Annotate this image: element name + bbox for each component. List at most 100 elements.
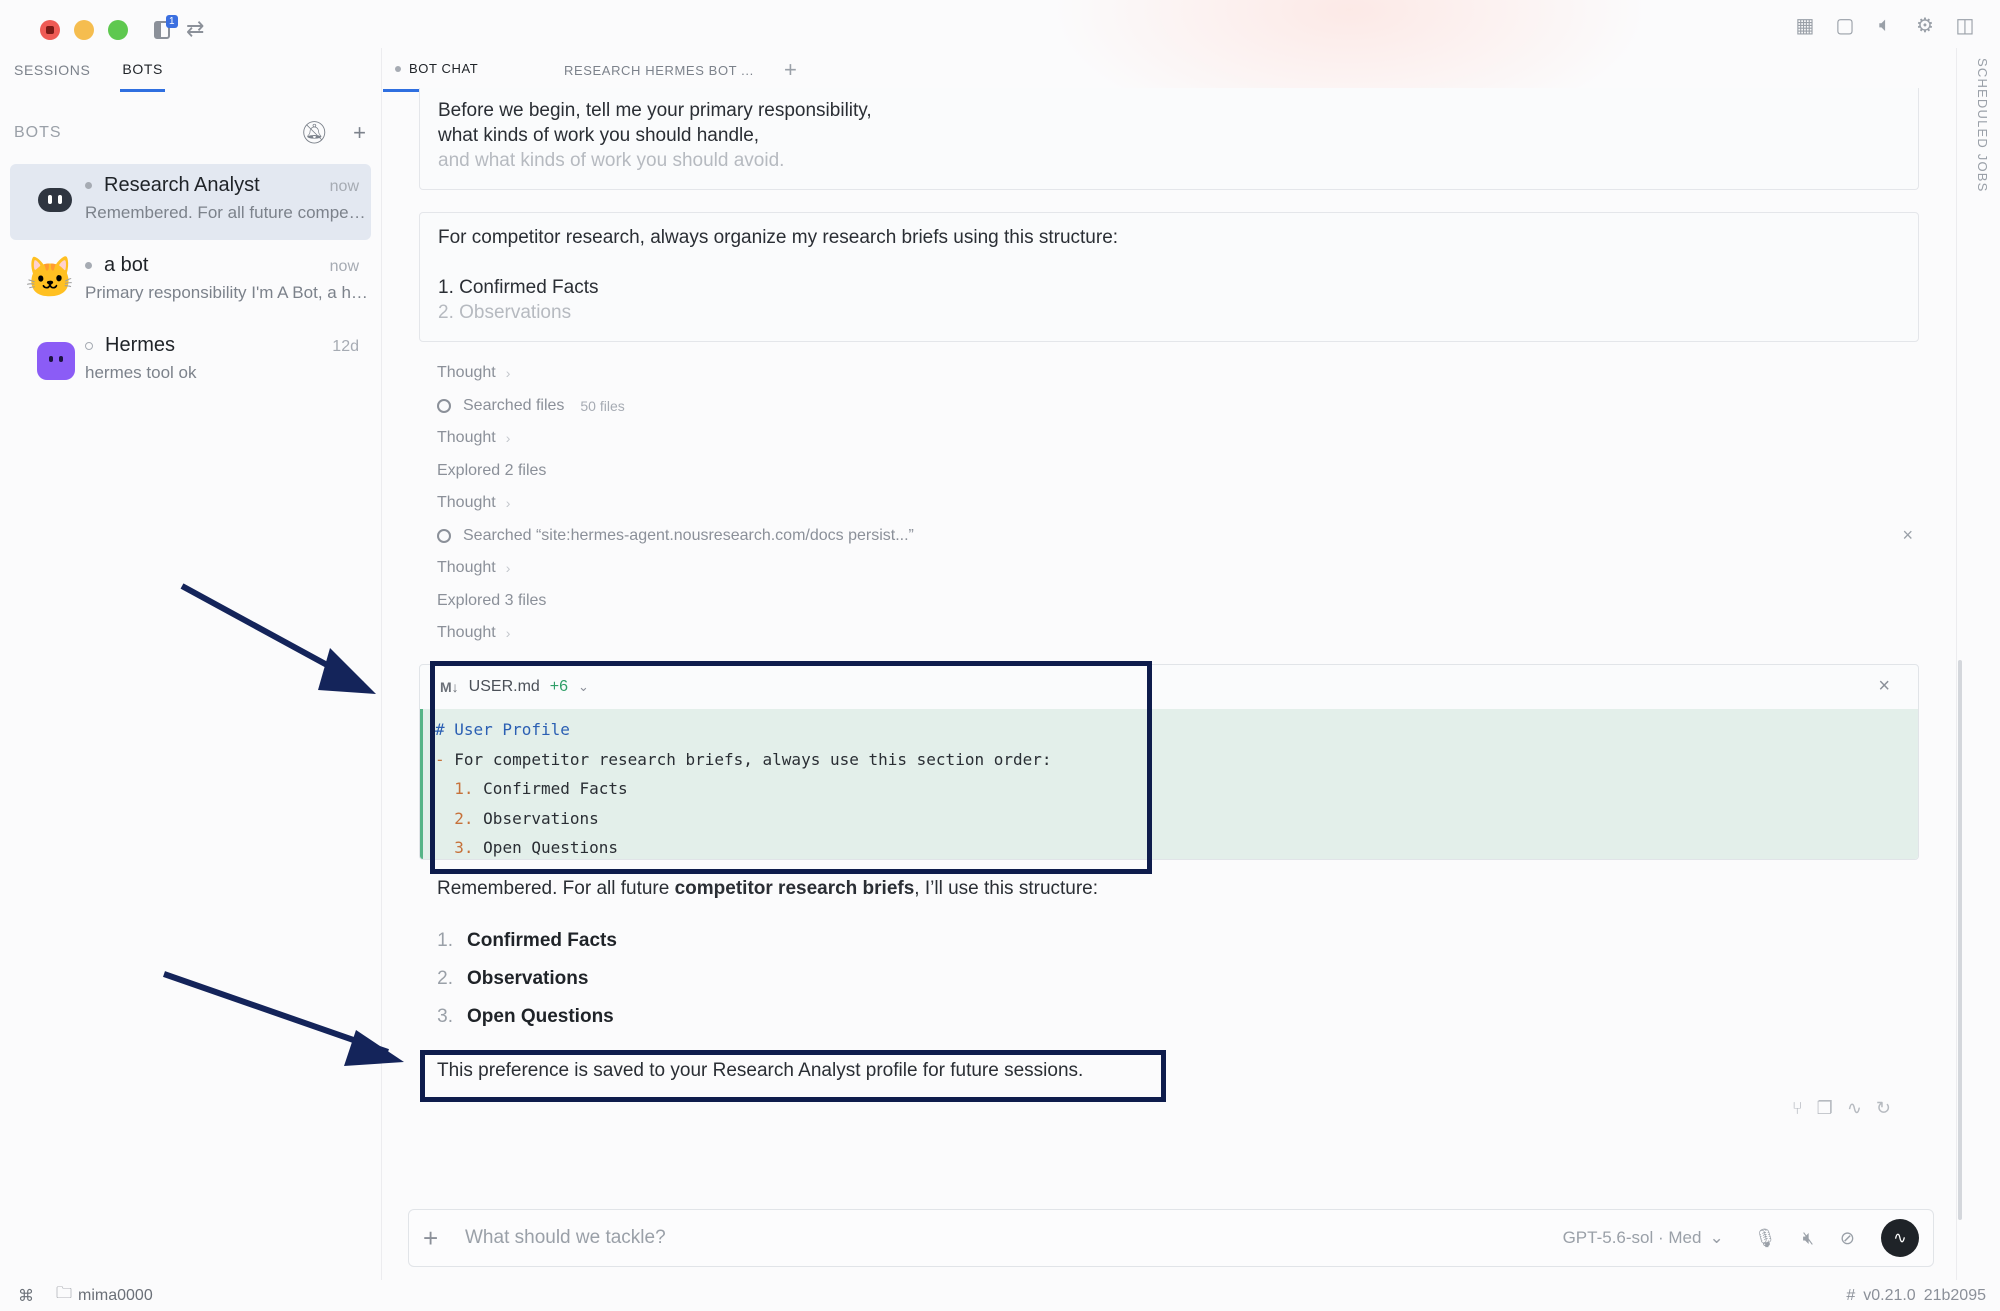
- right-panel-icon[interactable]: ◫: [1952, 12, 1978, 38]
- search-icon: [437, 528, 451, 543]
- user-message-card: For competitor research, always organize…: [419, 212, 1919, 342]
- close-icon[interactable]: ×: [1878, 675, 1890, 698]
- speaker-icon[interactable]: 🔈︎: [1872, 12, 1898, 38]
- right-rail: SCHEDULED JOBS: [1956, 48, 2000, 1280]
- composer-input[interactable]: [453, 1227, 1563, 1249]
- minimize-window-button[interactable]: [74, 20, 94, 40]
- reply-list: 1. Confirmed Facts 2. Observations 3. Open …: [437, 922, 1737, 1036]
- close-window-button[interactable]: [40, 20, 60, 40]
- scheduled-jobs-tab[interactable]: SCHEDULED JOBS: [1975, 58, 1990, 193]
- chevron-right-icon: ›: [505, 625, 511, 642]
- disable-tools-icon[interactable]: ⊘: [1840, 1228, 1855, 1249]
- highlight-box: [420, 1050, 1166, 1102]
- robot-face-icon: [38, 188, 72, 212]
- version-info: # v0.21.0 21b2095: [1846, 1286, 1986, 1304]
- activity-thought[interactable]: Thought ›: [437, 422, 1917, 455]
- layout-icon[interactable]: ▦: [1792, 12, 1818, 38]
- mute-notifications-icon[interactable]: 🔕︎: [300, 120, 329, 146]
- activity-thought[interactable]: Thought ›: [437, 617, 1917, 650]
- tab-bot-chat[interactable]: BOT CHAT: [383, 48, 544, 92]
- cat-avatar-icon: 🐱: [25, 256, 75, 300]
- list-item: 2. Observations: [437, 968, 589, 989]
- activity-thought[interactable]: Thought ›: [437, 487, 1917, 520]
- folder-icon: 🗀: [56, 1285, 73, 1302]
- sidebar-toggle-icon[interactable]: 1: [152, 15, 178, 41]
- branch-icon[interactable]: ⑂: [1792, 1098, 1803, 1119]
- add-bot-icon[interactable]: +: [353, 120, 367, 146]
- command-icon[interactable]: ⌘: [18, 1286, 34, 1306]
- purple-bot-icon: [37, 342, 75, 380]
- close-icon[interactable]: ×: [1902, 525, 1913, 546]
- status-ring: [85, 341, 93, 350]
- message-line: 1. Confirmed Facts: [438, 277, 599, 298]
- activity-thought[interactable]: Thought ›: [437, 552, 1917, 585]
- activity-explored[interactable]: Explored 2 files: [437, 455, 1917, 488]
- chat-scrollbar[interactable]: [1958, 660, 1962, 1220]
- model-selector[interactable]: GPT-5.6-sol · Med ⌄: [1563, 1228, 1724, 1248]
- bots-header: BOTS 🔕︎ +: [0, 92, 381, 152]
- message-line: For competitor research, always organize…: [438, 227, 1119, 248]
- user-message-card: Before we begin, tell me your primary re…: [419, 88, 1919, 190]
- tab-label: RESEARCH HERMES BOT ...: [564, 62, 754, 78]
- activity-search[interactable]: Searched files 50 files: [437, 390, 1917, 423]
- bot-time: 12d: [332, 338, 359, 355]
- activity-explored[interactable]: Explored 3 files: [437, 585, 1917, 618]
- workspace-folder[interactable]: 🗀 mima0000: [56, 1282, 153, 1309]
- tab-dot: [395, 65, 401, 72]
- sidebar-tabs: SESSIONS BOTS: [0, 48, 381, 92]
- bot-preview: hermes tool ok: [85, 363, 197, 382]
- activity-thought[interactable]: Thought ›: [437, 357, 1917, 390]
- top-right-toolbar: ▦ ▢ 🔈︎ ⚙ ◫: [1792, 12, 1978, 38]
- copy-icon[interactable]: ❐: [1817, 1098, 1833, 1119]
- reply-lead: Remembered. For all future competitor re…: [437, 878, 1099, 899]
- tab-sessions[interactable]: SESSIONS: [12, 48, 92, 92]
- bot-time: now: [329, 178, 359, 195]
- tab-label: BOT CHAT: [409, 61, 479, 76]
- bot-name: Hermes: [105, 334, 176, 356]
- message-line: what kinds of work you should handle,: [438, 125, 760, 146]
- search-icon: [437, 398, 451, 413]
- bot-item-a-bot[interactable]: 🐱 a bot now Primary responsibility I'm A…: [10, 244, 371, 320]
- bot-name: a bot: [104, 254, 149, 276]
- chat-thread: Before we begin, tell me your primary re…: [383, 88, 1955, 1202]
- attach-plus-icon[interactable]: +: [423, 1223, 453, 1254]
- app-window: 1 ⇄ ▦ ▢ 🔈︎ ⚙ ◫ SESSIONS BOTS BOTS 🔕︎ + R…: [0, 0, 2000, 1311]
- retry-icon[interactable]: ↻: [1876, 1098, 1891, 1119]
- send-button[interactable]: ∿: [1881, 1219, 1919, 1257]
- highlight-box: [430, 661, 1152, 874]
- activity-web-search[interactable]: Searched “site:hermes-agent.nousresearch…: [437, 520, 1917, 553]
- agent-activity-log: Thought › Searched files 50 files Thought ›…: [437, 357, 1917, 650]
- status-dot: [85, 262, 92, 269]
- main-tabs: BOT CHAT RESEARCH HERMES BOT ... +: [383, 48, 797, 92]
- chevron-right-icon: ›: [505, 430, 511, 447]
- message-line: and what kinds of work you should avoid.: [438, 150, 785, 171]
- muted-speaker-icon[interactable]: 🔇︎: [1803, 1228, 1814, 1249]
- sidebar-badge: 1: [166, 15, 178, 28]
- list-item: 3. Open Questions: [437, 1006, 614, 1027]
- chevron-right-icon: ›: [505, 365, 511, 382]
- tab-research-hermes-bot[interactable]: RESEARCH HERMES BOT ...: [544, 48, 754, 92]
- bot-item-hermes[interactable]: Hermes 12d hermes tool ok: [10, 324, 371, 400]
- swap-icon[interactable]: ⇄: [186, 16, 204, 42]
- hash-icon: #: [1846, 1286, 1856, 1304]
- bot-name: Research Analyst: [104, 174, 260, 196]
- message-line: 2. Observations: [438, 302, 572, 323]
- bots-section-title: BOTS: [14, 124, 62, 141]
- waveform-icon[interactable]: ∿: [1847, 1098, 1862, 1119]
- bot-preview: Primary responsibility I'm A Bot, a help…: [85, 283, 370, 302]
- chat-bubbles-icon[interactable]: ▢: [1832, 12, 1858, 38]
- window-controls: [40, 20, 128, 40]
- bot-item-research-analyst[interactable]: Research Analyst now Remembered. For all…: [10, 164, 371, 240]
- maximize-window-button[interactable]: [108, 20, 128, 40]
- bot-time: now: [329, 258, 359, 275]
- bot-preview: Remembered. For all future competitor re…: [85, 203, 370, 222]
- tab-bots[interactable]: BOTS: [120, 48, 165, 92]
- sidebar: SESSIONS BOTS BOTS 🔕︎ + Research Analyst…: [0, 48, 382, 1280]
- list-item: 1. Confirmed Facts: [437, 930, 617, 951]
- add-tab-icon[interactable]: +: [784, 57, 797, 83]
- gear-icon[interactable]: ⚙: [1912, 12, 1938, 38]
- microphone-icon[interactable]: 🎙︎: [1754, 1228, 1777, 1249]
- message-composer: + GPT-5.6-sol · Med⌄ 🎙︎ 🔇︎ ⊘ ∿: [408, 1209, 1934, 1267]
- status-bar: ⌘ 🗀 mima0000 # v0.21.0 21b2095: [0, 1280, 2000, 1311]
- status-dot: [85, 182, 92, 189]
